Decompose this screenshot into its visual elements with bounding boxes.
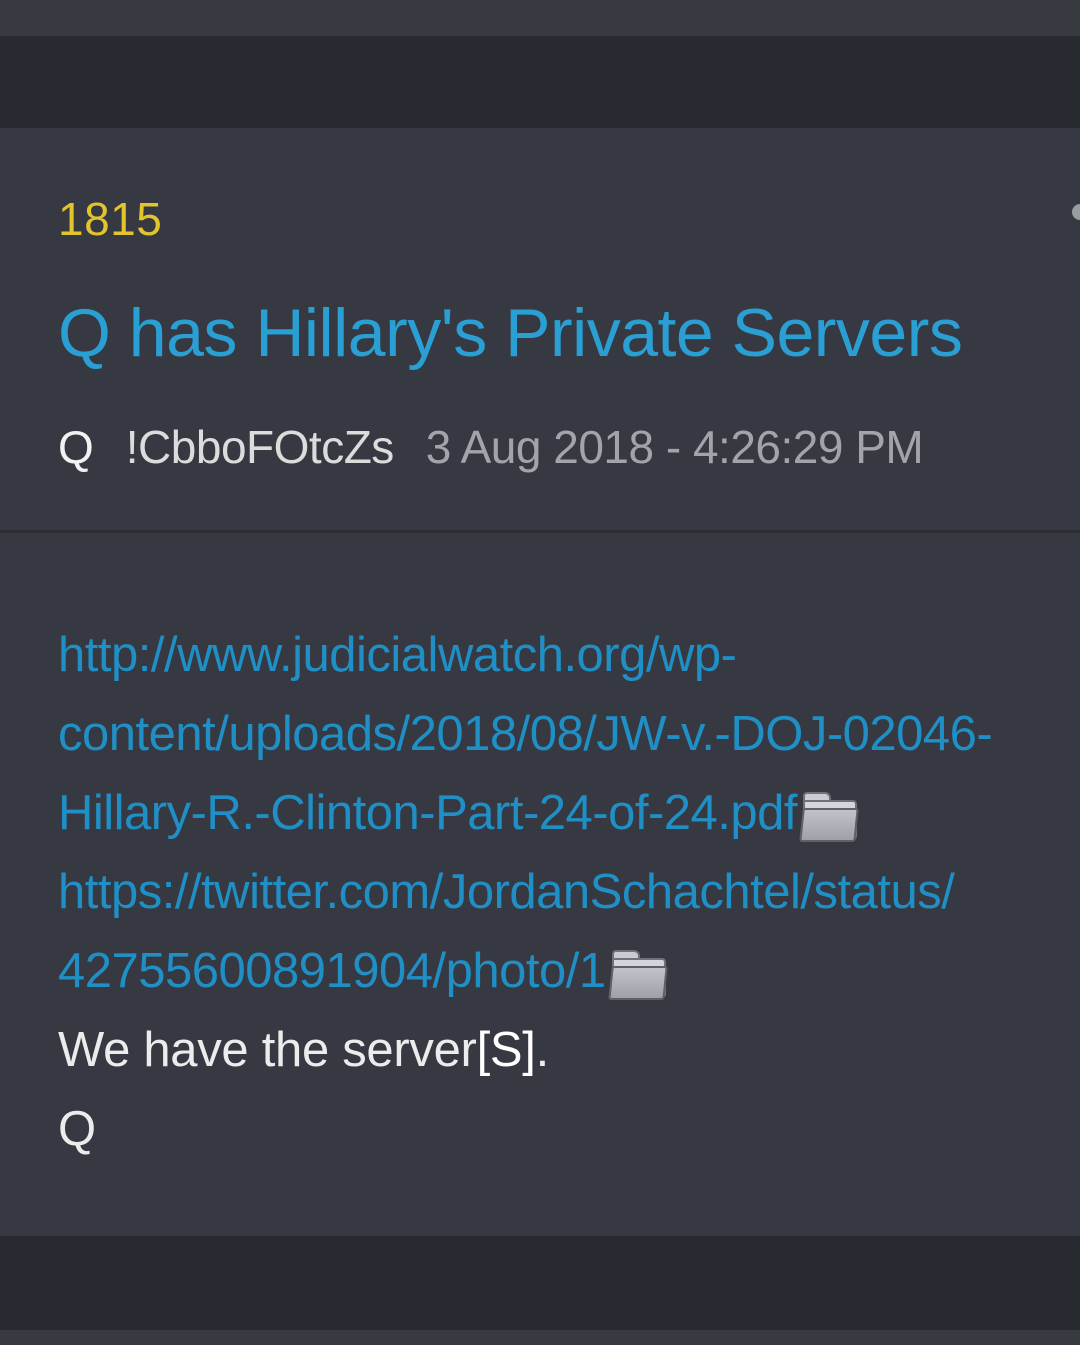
- footer-band: [0, 1236, 1080, 1330]
- post-author: Q: [58, 421, 94, 473]
- bottom-strip: [0, 1330, 1080, 1345]
- judicialwatch-link-part1[interactable]: http://www.judicialwatch.org/wp-: [58, 616, 737, 695]
- body-line: content/uploads/2018/08/JW-v.-DOJ-02046-: [58, 695, 1080, 774]
- folder-icon[interactable]: [799, 788, 859, 842]
- body-line: We have the server [S].: [58, 1011, 1080, 1090]
- post-timestamp: 3 Aug 2018 - 4:26:29 PM: [425, 421, 924, 473]
- body-line: Q: [58, 1090, 1080, 1169]
- body-line: http://www.judicialwatch.org/wp-: [58, 616, 1080, 695]
- judicialwatch-link-part3[interactable]: Hillary-R.-Clinton-Part-24-of-24.pdf: [58, 774, 798, 853]
- post-meta: Q !CbboFOtcZs 3 Aug 2018 - 4:26:29 PM: [58, 420, 924, 474]
- divider: [0, 530, 1080, 533]
- post-number[interactable]: 1815: [58, 192, 162, 246]
- body-text-emphasis: [S]: [476, 1023, 536, 1077]
- post-signature: Q: [58, 1102, 96, 1156]
- top-strip: [0, 0, 1080, 36]
- body-line: https://twitter.com/JordanSchachtel/stat…: [58, 853, 1080, 932]
- judicialwatch-link-part2[interactable]: content/uploads/2018/08/JW-v.-DOJ-02046-: [58, 695, 993, 774]
- post-card: 1815 Q has Hillary's Private Servers Q !…: [0, 128, 1080, 1236]
- body-line: 42755600891904/photo/1: [58, 932, 1080, 1011]
- post-body: http://www.judicialwatch.org/wp- content…: [58, 616, 1080, 1169]
- body-text: We have the server: [58, 1023, 477, 1077]
- body-line: Hillary-R.-Clinton-Part-24-of-24.pdf: [58, 774, 1080, 853]
- menu-dot-icon[interactable]: [1072, 204, 1080, 220]
- twitter-link-part1[interactable]: https://twitter.com/JordanSchachtel/stat…: [58, 853, 955, 932]
- body-text-period: .: [535, 1023, 550, 1077]
- header-band: [0, 36, 1080, 128]
- post-title: Q has Hillary's Private Servers: [58, 295, 963, 371]
- post-tripcode: !CbboFOtcZs: [125, 421, 395, 473]
- twitter-link-part2[interactable]: 42755600891904/photo/1: [58, 932, 606, 1011]
- folder-icon[interactable]: [607, 946, 668, 1000]
